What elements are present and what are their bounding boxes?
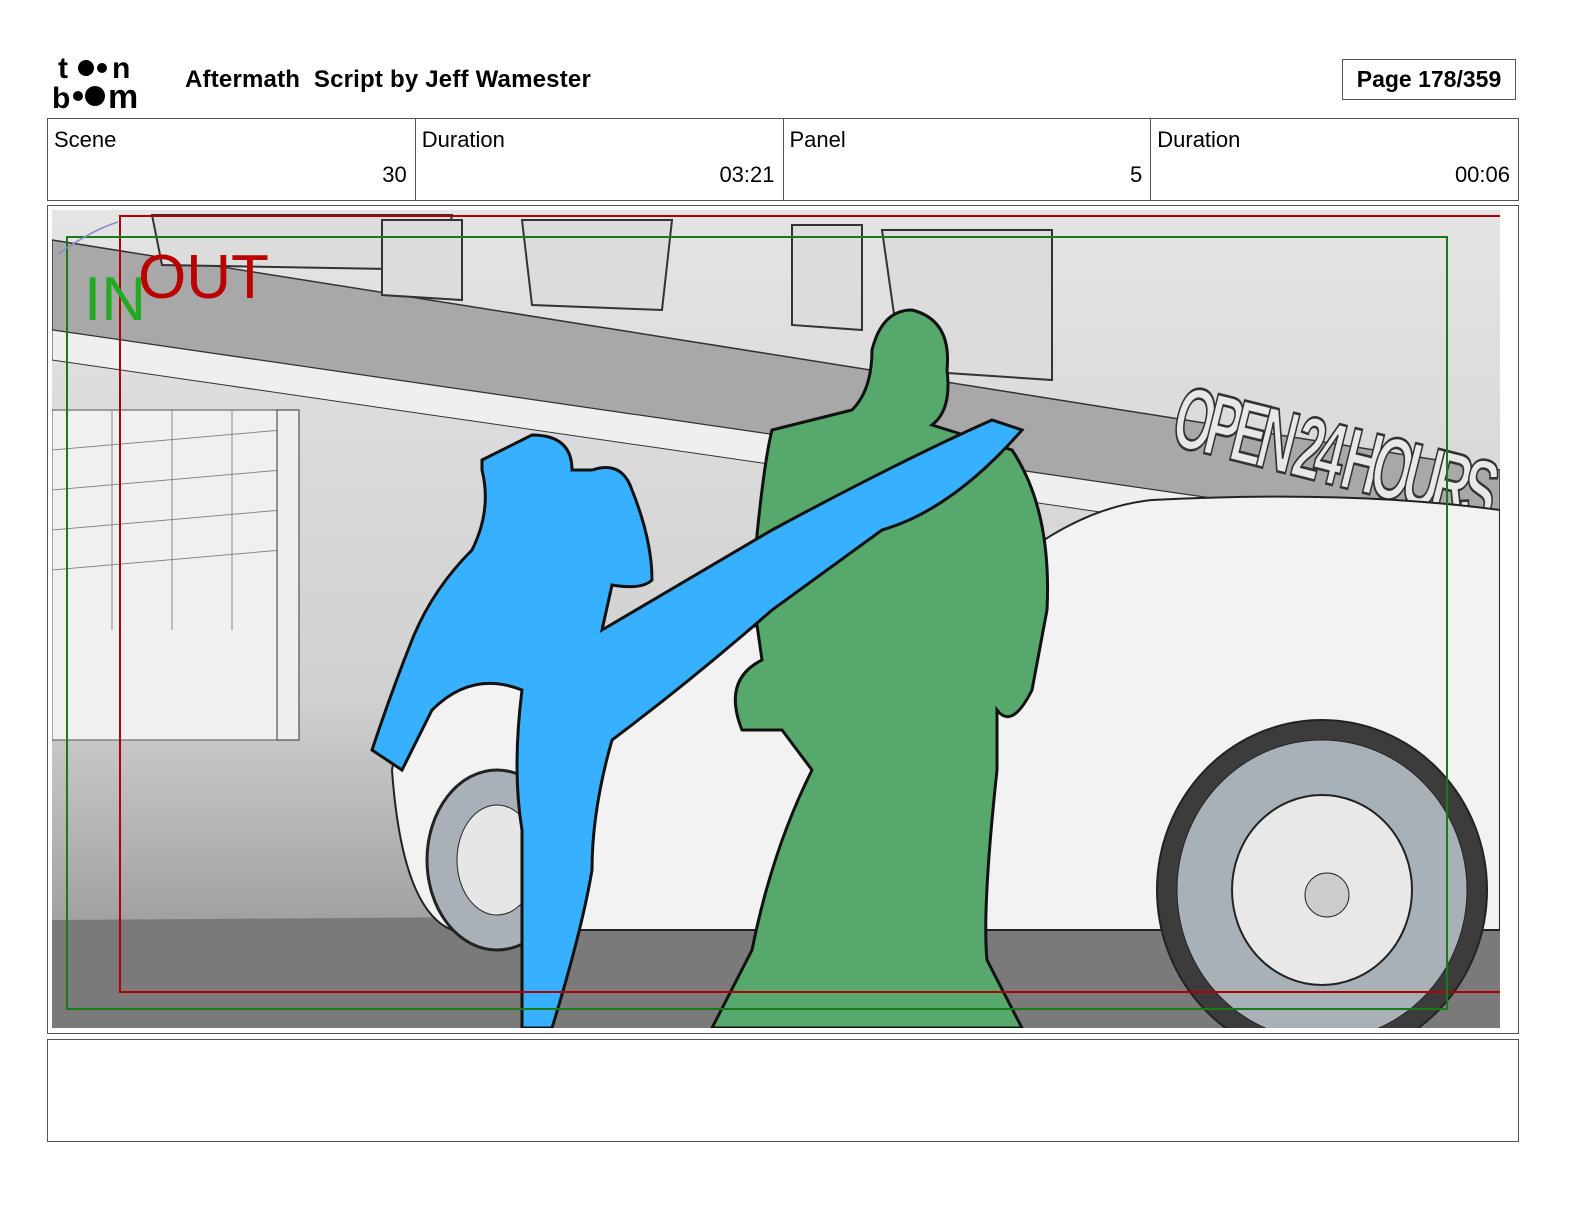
scene-duration-value: 03:21 xyxy=(719,162,775,187)
toon-boom-logo: t n b m xyxy=(52,52,138,110)
scene-duration-label: Duration xyxy=(421,127,505,152)
scene-cell: Scene 30 xyxy=(48,119,416,200)
panel-duration-value: 00:06 xyxy=(1454,162,1510,187)
scene-label: Scene xyxy=(54,127,117,152)
in-label: IN xyxy=(84,265,146,334)
panel-duration-cell: Duration 00:06 xyxy=(1151,119,1518,200)
scene-duration-cell: Duration 03:21 xyxy=(416,119,784,200)
panel-caption-box xyxy=(47,1039,1519,1142)
svg-text:t: t xyxy=(58,52,68,85)
panel-cell: Panel 5 xyxy=(784,119,1152,200)
storyboard-panel: OPEN 24 HOURS IN OUT xyxy=(47,205,1519,1034)
panel-label: Panel xyxy=(789,127,846,152)
panel-drawing: OPEN 24 HOURS IN OUT xyxy=(52,210,1500,1028)
panel-info-table: Scene 30 Duration 03:21 Panel 5 Duration… xyxy=(47,118,1519,201)
svg-text:b: b xyxy=(52,82,70,110)
page-number: Page 178/359 xyxy=(1342,59,1516,100)
storyboard-title: Aftermath Script by Jeff Wamester xyxy=(185,66,592,93)
panel-value: 5 xyxy=(1130,162,1143,187)
out-label: OUT xyxy=(138,243,269,312)
panel-duration-label: Duration xyxy=(1157,127,1241,152)
scene-value: 30 xyxy=(382,162,407,187)
svg-text:m: m xyxy=(108,78,138,110)
